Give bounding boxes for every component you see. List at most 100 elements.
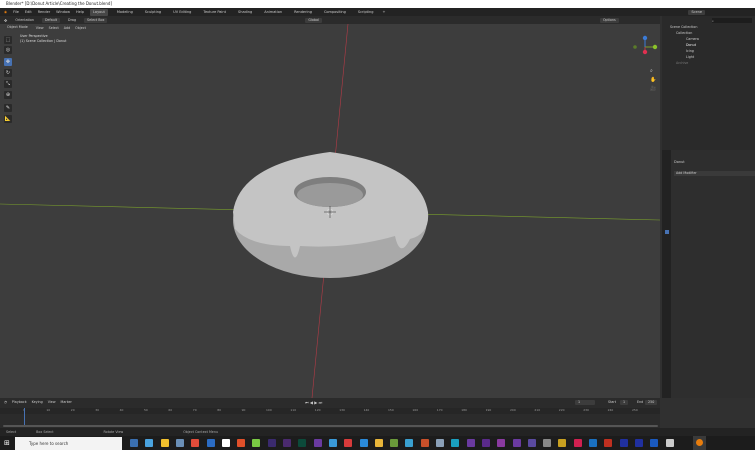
taskbar-app-icon[interactable]	[221, 439, 230, 447]
mode-dropdown[interactable]: Object Mode	[4, 25, 31, 30]
menu-file[interactable]: File	[13, 10, 19, 14]
taskbar-app-icon[interactable]	[252, 439, 261, 447]
taskbar-app-icon[interactable]	[420, 439, 429, 447]
taskbar-app-icon[interactable]	[634, 439, 643, 447]
taskbar-app-icon[interactable]	[160, 439, 169, 447]
tab-texture-paint[interactable]: Texture Paint	[200, 9, 229, 16]
taskbar-app-icon[interactable]	[436, 439, 444, 447]
taskbar-app-icon[interactable]	[497, 439, 506, 447]
current-frame-field[interactable]: 1	[575, 400, 595, 405]
add-modifier-dropdown[interactable]: Add Modifier	[674, 171, 755, 176]
move-tool-icon[interactable]: ✥	[4, 58, 12, 66]
drag-dropdown[interactable]: Select Box	[84, 17, 108, 23]
taskbar-app-icon[interactable]	[298, 439, 307, 447]
taskbar-app-icon[interactable]	[313, 439, 322, 447]
taskbar-app-icon[interactable]	[267, 439, 276, 447]
rotate-tool-icon[interactable]: ↻	[4, 69, 12, 77]
taskbar-app-icon[interactable]	[145, 439, 154, 447]
tab-modeling[interactable]: Modeling	[114, 9, 136, 16]
menu-edit[interactable]: Edit	[25, 10, 32, 14]
frame-tick: 90	[241, 408, 246, 412]
tab-shading[interactable]: Shading	[235, 9, 255, 16]
taskbar-app-icon[interactable]	[558, 439, 567, 447]
taskbar-app-icon[interactable]	[451, 439, 460, 447]
measure-tool-icon[interactable]: 📐	[4, 115, 12, 123]
pan-view-icon[interactable]: ✋	[650, 77, 656, 83]
camera-view-icon[interactable]: 🎥	[650, 86, 656, 92]
outliner-search-input[interactable]: ⌕	[712, 18, 752, 23]
menu-object[interactable]: Object	[75, 26, 86, 30]
menu-window[interactable]: Window	[56, 10, 70, 14]
outliner-archive[interactable]: Archive	[676, 60, 688, 66]
transform-tool-icon[interactable]: ⊕	[4, 91, 12, 99]
taskbar-app-icon[interactable]	[589, 439, 597, 447]
playback-controls[interactable]: ⏮ ◀ ▶ ⏭	[305, 400, 322, 405]
orientation-dropdown[interactable]: Default	[41, 17, 61, 23]
taskbar-search-input[interactable]: Type here to search	[15, 437, 122, 450]
taskbar-app-icon[interactable]	[374, 439, 383, 447]
scene-selector[interactable]: Scene	[688, 9, 705, 15]
transform-icon[interactable]: ✥	[4, 18, 7, 23]
taskbar-app-icon[interactable]	[344, 439, 353, 447]
taskbar-app-icon[interactable]	[328, 439, 337, 447]
end-frame-field[interactable]: 250	[645, 400, 658, 405]
taskbar-app-icon[interactable]	[237, 439, 246, 447]
taskbar-app-icon[interactable]	[359, 439, 368, 447]
taskbar-app-icon[interactable]	[619, 439, 628, 447]
frame-ruler[interactable]: 1102030405060708090100110120130140150160…	[0, 408, 660, 414]
taskbar-app-icon[interactable]	[130, 439, 138, 447]
frame-tick: 230	[583, 408, 589, 412]
taskbar-app-icon[interactable]	[206, 439, 215, 447]
tab-uv-editing[interactable]: UV Editing	[170, 9, 194, 16]
menu-help[interactable]: Help	[76, 10, 84, 14]
annotate-tool-icon[interactable]: ✎	[4, 104, 12, 112]
frame-tick: 190	[485, 408, 492, 412]
taskbar-app-icon[interactable]	[283, 439, 291, 447]
taskbar-app-icon[interactable]	[543, 439, 552, 447]
transform-orientation-dropdown[interactable]: Global	[305, 17, 322, 23]
modifier-tab-icon[interactable]	[665, 230, 669, 234]
taskbar-app-icon[interactable]	[604, 439, 613, 447]
cursor-tool-icon[interactable]: ◎	[4, 46, 12, 54]
zoom-view-icon[interactable]: ⌕	[650, 68, 653, 74]
menu-marker[interactable]: Marker	[61, 400, 72, 404]
scale-tool-icon[interactable]: ⤡	[4, 80, 12, 88]
frame-tick: 180	[461, 408, 467, 412]
taskbar-app-icon[interactable]	[405, 439, 414, 447]
timeline[interactable]: ◔ Playback Keying View Marker ⏮ ◀ ▶ ⏭ 1 …	[0, 398, 660, 428]
timeline-editor-icon[interactable]: ◔	[4, 400, 7, 404]
taskbar-app-icon[interactable]	[512, 439, 521, 447]
taskbar-app-icon[interactable]	[175, 439, 184, 447]
tab-rendering[interactable]: Rendering	[291, 9, 315, 16]
taskbar-app-icon[interactable]	[573, 439, 582, 447]
timeline-scrollbar[interactable]	[3, 425, 658, 427]
menu-keying[interactable]: Keying	[32, 400, 43, 404]
options-dropdown[interactable]: Options	[599, 17, 619, 23]
taskbar-app-icon[interactable]	[650, 439, 659, 447]
menu-render[interactable]: Render	[38, 10, 50, 14]
select-tool-icon[interactable]: ⬚	[4, 36, 12, 44]
tab-compositing[interactable]: Compositing	[321, 9, 349, 16]
windows-start-icon[interactable]: ⊞	[4, 439, 10, 447]
3d-viewport[interactable]: Object Mode View Select Add Object User …	[0, 24, 660, 398]
playhead[interactable]	[24, 408, 25, 426]
menu-view[interactable]: View	[48, 400, 56, 404]
menu-view[interactable]: View	[36, 26, 44, 30]
blender-taskbar-icon[interactable]	[693, 436, 706, 450]
taskbar-app-icon[interactable]	[665, 439, 674, 447]
taskbar-app-icon[interactable]	[527, 439, 536, 447]
tab-layout[interactable]: Layout	[89, 8, 108, 16]
menu-playback[interactable]: Playback	[12, 400, 27, 404]
start-frame-field[interactable]: 1	[620, 400, 629, 405]
taskbar-app-icon[interactable]	[466, 439, 475, 447]
menu-add[interactable]: Add	[64, 26, 70, 30]
menu-select[interactable]: Select	[49, 26, 59, 30]
add-workspace-icon[interactable]: +	[382, 10, 385, 14]
tab-animation[interactable]: Animation	[261, 9, 285, 16]
blender-logo-icon[interactable]: ◉	[4, 10, 7, 14]
tab-sculpting[interactable]: Sculpting	[142, 9, 164, 16]
tab-scripting[interactable]: Scripting	[355, 9, 377, 16]
taskbar-app-icon[interactable]	[191, 439, 200, 447]
taskbar-app-icon[interactable]	[481, 439, 490, 447]
taskbar-app-icon[interactable]	[390, 439, 399, 447]
